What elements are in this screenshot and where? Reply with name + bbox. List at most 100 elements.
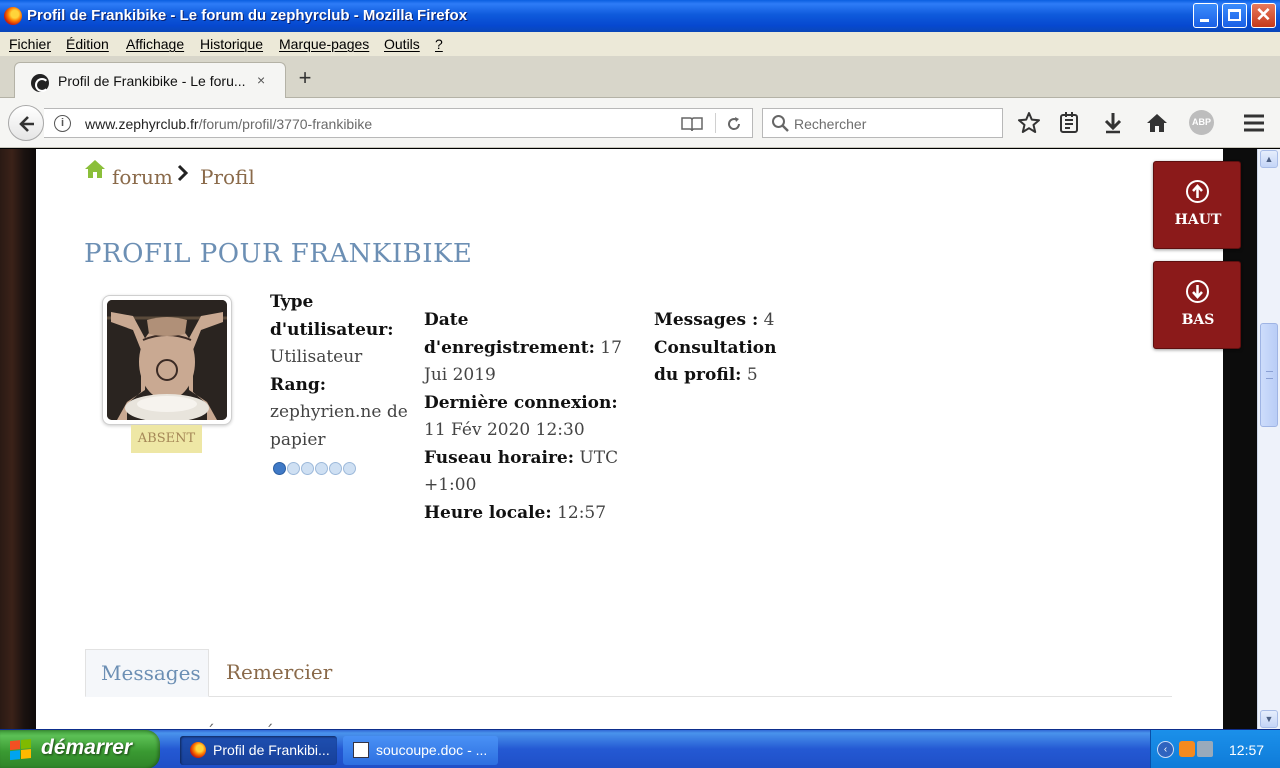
url-host: www.zephyrclub.fr — [85, 116, 199, 132]
vlc-tray-icon[interactable] — [1179, 741, 1195, 757]
scroll-down-arrow-icon[interactable]: ▼ — [1260, 710, 1278, 728]
rank-dot — [343, 462, 356, 475]
vertical-scrollbar[interactable]: ▲ ▼ — [1257, 149, 1280, 729]
rank-dot — [329, 462, 342, 475]
close-tab-icon[interactable]: × — [257, 72, 265, 88]
user-type-label: Type d'utilisateur: — [270, 292, 394, 340]
page-title: PROFIL POUR FRANKIBIKE — [84, 239, 473, 269]
zephyrclub-favicon-icon — [31, 74, 49, 92]
user-type-value: Utilisateur — [270, 347, 363, 367]
breadcrumb-forum-link[interactable]: forum — [112, 165, 173, 189]
arrow-down-circle-icon — [1186, 280, 1209, 303]
rank-dot — [315, 462, 328, 475]
menu-bar: Fichier Édition Affichage Historique Mar… — [0, 32, 1280, 56]
status-badge: ABSENT — [131, 425, 202, 453]
search-input[interactable] — [794, 114, 994, 134]
breadcrumb-profil-link[interactable]: Profil — [200, 165, 255, 189]
window-titlebar[interactable]: Profil de Frankibike - Le forum du zephy… — [0, 0, 1280, 32]
back-button[interactable] — [8, 105, 44, 141]
chevron-right-icon — [177, 164, 189, 182]
url-path: /forum/profil/3770-frankibike — [198, 116, 373, 132]
profile-views-label: Consultation du profil: — [654, 337, 777, 386]
taskbar-item-label: Profil de Frankibi... — [213, 742, 330, 758]
navigation-toolbar: i www.zephyrclub.fr/forum/profil/3770-fr… — [0, 98, 1280, 148]
tab-remercier[interactable]: Remercier — [211, 649, 347, 697]
close-icon: ✕ — [1255, 5, 1272, 26]
rank-dot — [301, 462, 314, 475]
local-time-label: Heure locale: — [424, 502, 552, 523]
browser-tab-label: Profil de Frankibike - Le foru... — [58, 73, 246, 89]
show-hidden-icons-icon[interactable]: ‹ — [1157, 741, 1174, 758]
scrollbar-thumb[interactable] — [1260, 323, 1278, 427]
arrow-up-circle-icon — [1186, 180, 1209, 203]
timezone-label: Fuseau horaire: — [424, 447, 574, 468]
close-button[interactable]: ✕ — [1251, 3, 1276, 28]
bookmarks-list-icon[interactable] — [1056, 110, 1082, 136]
reload-icon[interactable] — [724, 114, 744, 134]
menu-edition[interactable]: Édition — [66, 36, 109, 52]
start-label: démarrer — [41, 736, 133, 759]
browser-tab[interactable]: Profil de Frankibike - Le foru... × — [14, 62, 286, 99]
start-button[interactable]: démarrer — [0, 730, 160, 768]
menu-affichage[interactable]: Affichage — [126, 36, 184, 52]
menu-help[interactable]: ? — [435, 36, 443, 52]
scroll-top-label: HAUT — [1174, 212, 1222, 228]
scroll-bottom-label: BAS — [1181, 312, 1215, 328]
taskbar-item-firefox[interactable]: Profil de Frankibi... — [180, 736, 337, 765]
profile-info-column-2: Date d'enregistrement: 17 Jui 2019 Derni… — [424, 307, 644, 527]
firefox-icon — [190, 742, 206, 758]
document-icon — [353, 742, 369, 758]
profile-info-column-3: Messages : 4 Consultation du profil: 5 — [654, 307, 804, 390]
search-bar[interactable] — [762, 108, 1003, 138]
taskbar: démarrer Profil de Frankibi... soucoupe.… — [0, 729, 1280, 768]
profile-views-value: 5 — [746, 365, 758, 385]
last-login-value: 11 Fév 2020 12:30 — [424, 420, 585, 440]
home-icon[interactable] — [84, 159, 106, 179]
scroll-bottom-button[interactable]: BAS — [1153, 261, 1241, 349]
profile-info-column-1: Type d'utilisateur: Utilisateur Rang: ze… — [270, 289, 420, 454]
menu-outils[interactable]: Outils — [384, 36, 420, 52]
address-bar[interactable]: i www.zephyrclub.fr/forum/profil/3770-fr… — [44, 108, 753, 138]
rank-dot — [287, 462, 300, 475]
downloads-icon[interactable] — [1100, 110, 1126, 136]
page-viewport: forum Profil PROFIL POUR FRANKIBIKE ABSE… — [0, 149, 1280, 729]
menu-marque-pages[interactable]: Marque-pages — [279, 36, 369, 52]
avatar — [102, 295, 232, 425]
firefox-icon — [4, 7, 22, 25]
taskbar-item-label: soucoupe.doc - ... — [376, 742, 488, 758]
menu-historique[interactable]: Historique — [200, 36, 263, 52]
maximize-icon — [1228, 9, 1241, 21]
hamburger-menu-icon[interactable] — [1241, 110, 1267, 136]
tab-messages[interactable]: Messages — [85, 649, 209, 697]
scroll-up-arrow-icon[interactable]: ▲ — [1260, 150, 1278, 168]
site-info-icon[interactable]: i — [54, 115, 71, 132]
bookmark-star-icon[interactable] — [1016, 110, 1042, 136]
url-text[interactable]: www.zephyrclub.fr/forum/profil/3770-fran… — [85, 116, 372, 132]
minimize-button[interactable] — [1193, 3, 1218, 28]
home-icon[interactable] — [1144, 110, 1170, 136]
search-icon — [772, 115, 789, 132]
urlbar-separator — [715, 113, 716, 133]
registered-label: Date d'enregistrement: — [424, 310, 595, 358]
avatar-image — [107, 300, 227, 420]
tab-bar: Profil de Frankibike - Le foru... × + — [0, 56, 1280, 99]
minimize-icon — [1200, 19, 1209, 22]
new-tab-button[interactable]: + — [293, 65, 317, 91]
scrollbar-grip — [1266, 371, 1273, 379]
cut-off-content: ´ ´ — [206, 722, 296, 729]
menu-fichier[interactable]: Fichier — [9, 36, 51, 52]
adblock-plus-icon[interactable]: ABP — [1189, 110, 1214, 135]
maximize-button[interactable] — [1222, 3, 1247, 28]
last-login-label: Dernière connexion: — [424, 392, 618, 413]
rank-dot — [273, 462, 286, 475]
rank-label: Rang: — [270, 374, 327, 395]
scroll-top-button[interactable]: HAUT — [1153, 161, 1241, 249]
taskbar-item-document[interactable]: soucoupe.doc - ... — [343, 736, 498, 765]
rank-value: zephyrien.ne de papier — [270, 402, 408, 450]
reader-view-icon[interactable] — [681, 115, 703, 133]
messages-label: Messages : — [654, 310, 759, 330]
forum-page: forum Profil PROFIL POUR FRANKIBIKE ABSE… — [36, 149, 1223, 729]
windows-flag-icon — [10, 738, 32, 761]
network-tray-icon[interactable] — [1197, 741, 1213, 757]
local-time-value: 12:57 — [557, 502, 607, 523]
